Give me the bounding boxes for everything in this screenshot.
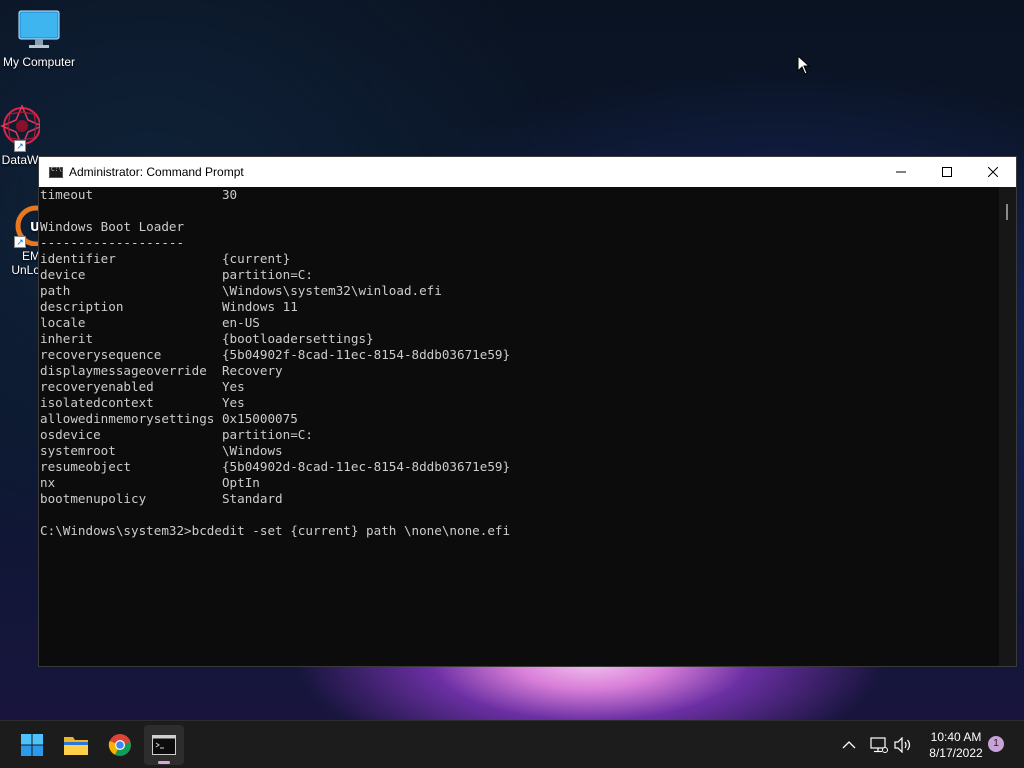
taskbar-clock[interactable]: 10:40 AM 8/17/2022 [918, 729, 994, 761]
desktop-icon-my-computer[interactable]: My Computer [1, 8, 77, 69]
maximize-icon [942, 167, 952, 177]
network-button[interactable] [870, 721, 888, 768]
console-line: displaymessageoverride Recovery [40, 363, 283, 378]
console-line: identifier {current} [40, 251, 291, 266]
console-line: osdevice partition=C: [40, 427, 313, 442]
clock-date: 8/17/2022 [929, 746, 983, 760]
command-prompt-icon [152, 735, 176, 755]
console-line: timeout 30 [40, 187, 238, 202]
console-line: Windows Boot Loader [40, 219, 185, 234]
chrome-icon [108, 734, 131, 756]
volume-icon [894, 737, 911, 753]
mouse-cursor-icon [797, 55, 811, 75]
network-icon [870, 737, 888, 753]
chevron-up-icon [842, 741, 856, 749]
volume-button[interactable] [894, 721, 912, 768]
console-line: isolatedcontext Yes [40, 395, 245, 410]
console-line: allowedinmemorysettings 0x15000075 [40, 411, 298, 426]
minimize-icon [896, 171, 906, 173]
console-line: bootmenupolicy Standard [40, 491, 283, 506]
clock-time: 10:40 AM [930, 730, 982, 744]
console-line: systemroot \Windows [40, 443, 283, 458]
command-prompt-window[interactable]: Administrator: Command Prompt timeout 30… [38, 156, 1017, 667]
datawing-logo-icon: ↗ [0, 104, 40, 152]
minimize-button[interactable] [878, 157, 924, 187]
em-unlock-icon: U ↗ [0, 200, 40, 248]
close-icon [988, 167, 998, 177]
console-output[interactable]: timeout 30 Windows Boot Loader ---------… [39, 187, 1000, 666]
show-hidden-icons-button[interactable] [842, 721, 856, 768]
active-app-indicator [158, 761, 170, 764]
desktop-icon-datawing[interactable]: ↗ DataW [0, 104, 40, 167]
desktop-icon-em-unlock[interactable]: U ↗ EM UnLo [0, 200, 40, 277]
desktop-icon-label: EM UnLo [11, 249, 40, 277]
desktop-icon-label: My Computer [2, 55, 76, 69]
console-line: device partition=C: [40, 267, 313, 282]
console-line: description Windows 11 [40, 299, 298, 314]
chrome-button[interactable] [100, 725, 140, 765]
console-line: nx OptIn [40, 475, 260, 490]
close-button[interactable] [970, 157, 1016, 187]
monitor-icon [17, 8, 61, 52]
console-line: inherit {bootloadersettings} [40, 331, 374, 346]
console-line: path \Windows\system32\winload.efi [40, 283, 442, 298]
shortcut-arrow-icon: ↗ [14, 140, 26, 152]
console-line: recoveryenabled Yes [40, 379, 245, 394]
taskbar: 10:40 AM 8/17/2022 [0, 720, 1024, 768]
shortcut-arrow-icon: ↗ [14, 236, 26, 248]
console-line: recoverysequence {5b04902f-8cad-11ec-815… [40, 347, 511, 362]
console-line: C:\Windows\system32>bcdedit -set {curren… [40, 523, 511, 538]
console-text: timeout 30 Windows Boot Loader ---------… [40, 187, 1000, 539]
command-prompt-taskbar-button[interactable] [144, 725, 184, 765]
start-button[interactable] [12, 725, 52, 765]
start-icon [21, 734, 43, 756]
vertical-scrollbar[interactable] [999, 187, 1016, 666]
window-title: Administrator: Command Prompt [69, 165, 244, 179]
console-line: locale en-US [40, 315, 260, 330]
console-line: resumeobject {5b04902d-8cad-11ec-8154-8d… [40, 459, 511, 474]
notification-badge[interactable]: 1 [988, 736, 1004, 752]
scrollbar-thumb[interactable] [1006, 204, 1008, 220]
desktop-icon-label: DataW [1, 153, 39, 167]
command-prompt-icon [49, 166, 63, 178]
console-line: ------------------- [40, 235, 185, 250]
file-explorer-button[interactable] [56, 725, 96, 765]
file-explorer-icon [64, 737, 88, 755]
window-titlebar[interactable]: Administrator: Command Prompt [39, 157, 1016, 187]
maximize-button[interactable] [924, 157, 970, 187]
